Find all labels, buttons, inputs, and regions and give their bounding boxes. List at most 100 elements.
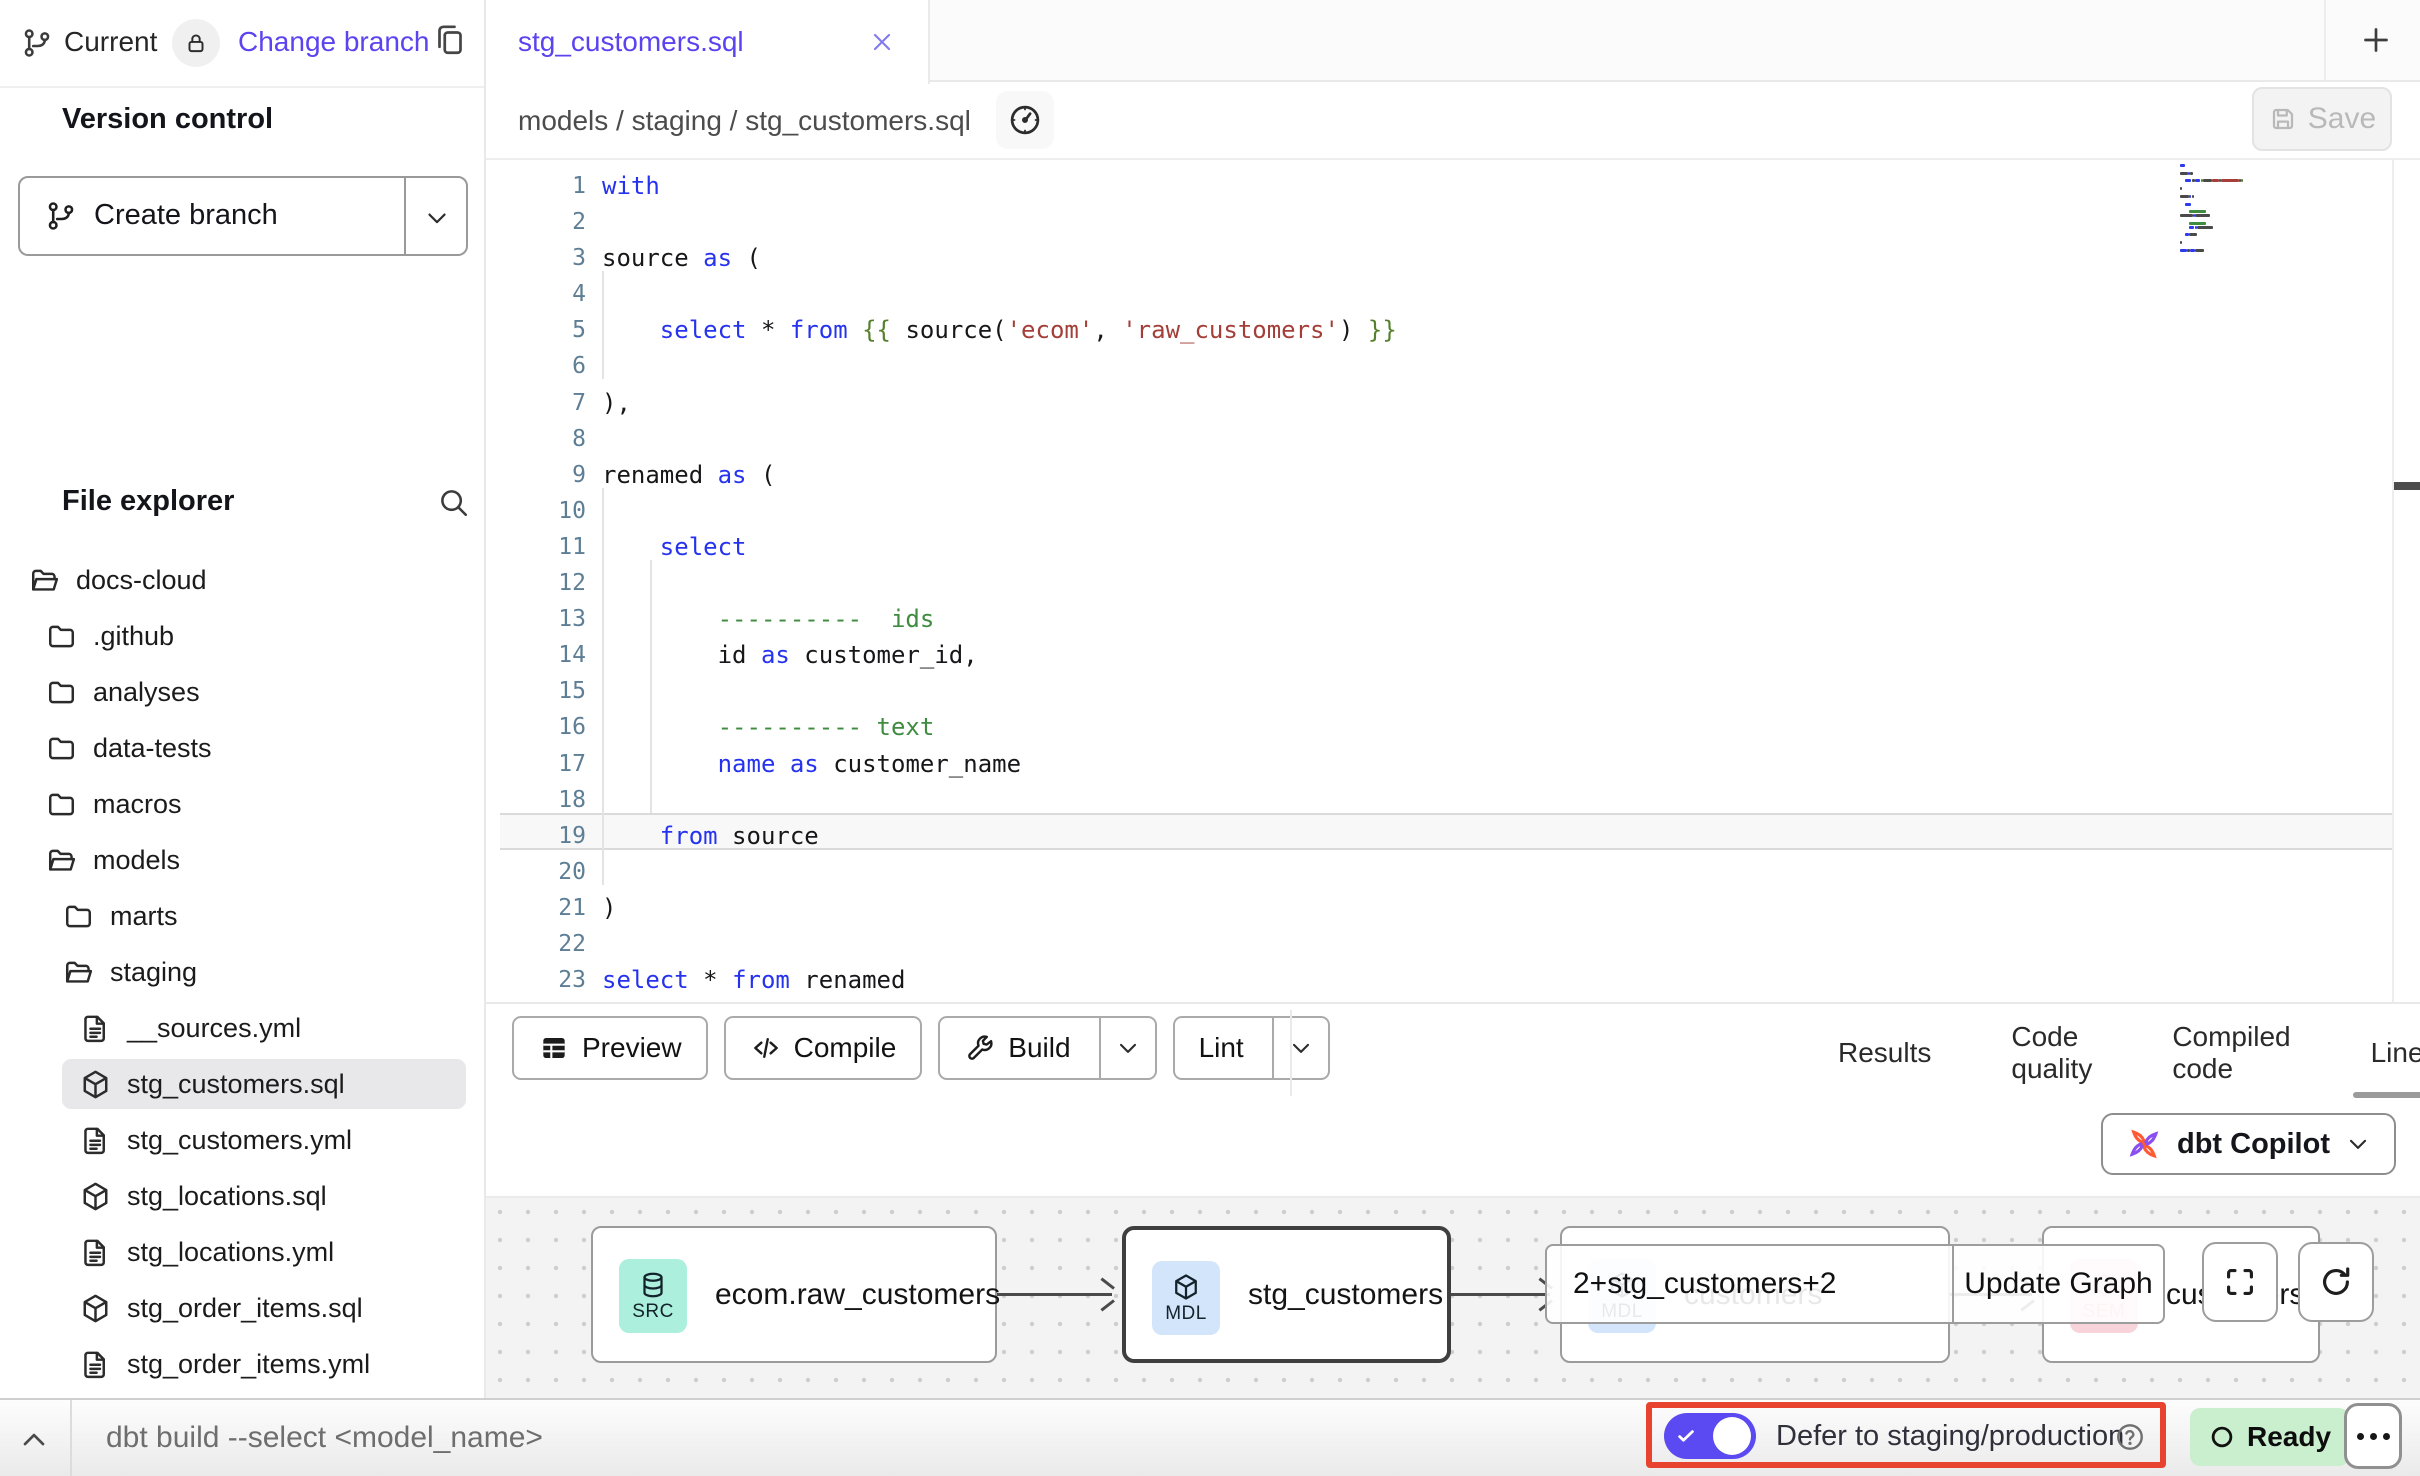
file-item-staging[interactable]: staging (0, 944, 484, 1000)
minimap-line (2185, 203, 2192, 206)
minimap-line (2190, 172, 2192, 175)
lineage-selector-input[interactable]: 2+stg_customers+2 (1547, 1246, 1952, 1322)
file-icon (79, 1124, 112, 1157)
branch-bar: Current Change branch (0, 0, 484, 88)
code-line: ---------- ids (602, 601, 1397, 637)
tab-bar-divider (2324, 0, 2326, 80)
minimap-line (2195, 249, 2204, 252)
wrench-icon (964, 1032, 996, 1064)
folder-open-icon (28, 564, 61, 597)
update-graph-button[interactable]: Update Graph (1954, 1246, 2163, 1322)
folder-open-icon (45, 844, 78, 877)
scrollbar-marker[interactable] (2394, 482, 2420, 490)
help-icon[interactable] (2114, 1421, 2146, 1453)
new-tab-button[interactable] (2352, 16, 2400, 64)
minimap-line (2189, 222, 2206, 225)
line-number: 19 (494, 818, 586, 854)
tab-stg-customers-sql[interactable]: stg_customers.sql (486, 0, 930, 84)
file-item-models[interactable]: models (0, 832, 484, 888)
save-button[interactable]: Save (2252, 87, 2392, 151)
lineage-graph[interactable]: SRCecom.raw_customersMDLstg_customersMDL… (486, 1196, 2420, 1398)
minimap-line (2180, 214, 2193, 217)
lineage-node-stg-customers-mdl[interactable]: MDLstg_customers (1122, 1226, 1451, 1363)
model-icon (79, 1292, 112, 1325)
line-number: 22 (494, 926, 586, 962)
copy-branch-button[interactable] (432, 22, 468, 58)
toolbar-divider (1290, 1010, 1292, 1096)
tab-lineage[interactable]: Lineage (2363, 1004, 2420, 1102)
minimap[interactable] (2180, 164, 2314, 276)
tab-title: stg_customers.sql (518, 26, 744, 58)
compile-button[interactable]: Compile (724, 1016, 923, 1080)
refresh-graph-button[interactable] (2298, 1242, 2374, 1322)
file-item-marts[interactable]: marts (0, 888, 484, 944)
folder-icon (45, 732, 78, 765)
file-item-sources-yml[interactable]: __sources.yml (0, 1000, 484, 1056)
tab-results[interactable]: Results (1830, 1004, 1939, 1102)
node-label: ecom.raw_customers (715, 1278, 1000, 1312)
dbt-copilot-logo-icon (2125, 1125, 2163, 1163)
file-item-data-tests[interactable]: data-tests (0, 720, 484, 776)
minimap-line (2197, 226, 2213, 229)
compile-label: Compile (794, 1032, 897, 1064)
tab-code-quality[interactable]: Code quality (2003, 1004, 2100, 1102)
file-item-stg-order-items-sql[interactable]: stg_order_items.sql (0, 1280, 484, 1336)
file-item-stg-order-items-yml[interactable]: stg_order_items.yml (0, 1336, 484, 1392)
chevron-down-icon (2344, 1130, 2372, 1158)
search-icon[interactable] (436, 485, 470, 519)
file-item-stg-locations-sql[interactable]: stg_locations.sql (0, 1168, 484, 1224)
file-item-stg-customers-yml[interactable]: stg_customers.yml (0, 1112, 484, 1168)
file-explorer-collapse-chevron[interactable] (22, 488, 52, 518)
build-button[interactable]: Build (938, 1016, 1156, 1080)
folder-icon (62, 900, 95, 933)
close-icon[interactable] (868, 28, 896, 56)
tab-compiled-code[interactable]: Compiled code (2164, 1004, 2298, 1102)
file-item-stg-customers-sql[interactable]: stg_customers.sql (0, 1056, 484, 1112)
fullscreen-button[interactable] (2202, 1242, 2278, 1322)
copilot-file-action[interactable] (996, 91, 1054, 149)
code-editor[interactable]: 123456789101112131415161718192021222324 … (486, 160, 2420, 1002)
line-number: 4 (494, 276, 586, 312)
lint-button[interactable]: Lint (1173, 1016, 1330, 1080)
lineage-edge (997, 1293, 1112, 1296)
defer-toggle[interactable] (1664, 1413, 1756, 1459)
src-badge: SRC (619, 1259, 687, 1333)
line-number: 10 (494, 493, 586, 529)
file-item-stg-locations-yml[interactable]: stg_locations.yml (0, 1224, 484, 1280)
file-item-label: staging (110, 957, 197, 988)
file-item-analyses[interactable]: analyses (0, 664, 484, 720)
build-dropdown-button[interactable] (1099, 1018, 1155, 1078)
command-input[interactable]: dbt build --select <model_name> (106, 1421, 543, 1455)
minimap-line (2180, 164, 2185, 167)
file-item-macros[interactable]: macros (0, 776, 484, 832)
lock-icon (183, 30, 209, 56)
code-content: with source as ( select * from {{ source… (602, 168, 1397, 1002)
lint-dropdown-button[interactable] (1272, 1018, 1328, 1078)
minimap-line (2221, 179, 2238, 182)
file-item-github[interactable]: .github (0, 608, 484, 664)
file-item-label: stg_customers.sql (127, 1069, 345, 1100)
change-branch-link[interactable]: Change branch (238, 26, 429, 58)
chevron-down-icon[interactable] (422, 203, 452, 233)
create-branch-button[interactable]: Create branch (18, 176, 468, 256)
version-control-collapse-chevron[interactable] (22, 106, 52, 136)
file-item-docs-cloud[interactable]: docs-cloud (0, 552, 484, 608)
editor-toolbar: Preview Compile Build Lint Results Code q… (486, 1002, 2420, 1100)
minimap-line (2189, 226, 2194, 229)
preview-button[interactable]: Preview (512, 1016, 708, 1080)
database-icon (638, 1270, 668, 1300)
folder-icon (45, 620, 78, 653)
dbt-copilot-button[interactable]: dbt Copilot (2101, 1113, 2396, 1175)
status-ring-icon (2208, 1423, 2236, 1451)
overflow-menu-button[interactable] (2344, 1403, 2402, 1469)
line-number: 3 (494, 240, 586, 276)
code-line: name as customer_name (602, 746, 1397, 782)
line-number: 23 (494, 962, 586, 998)
lineage-node-ecom-raw-customers-src[interactable]: SRC ecom.raw_customers (591, 1226, 997, 1363)
file-item-label: models (93, 845, 180, 876)
create-branch-label: Create branch (94, 199, 278, 232)
chevron-up-icon[interactable] (16, 1422, 52, 1458)
minimap-line (2189, 210, 2206, 213)
defer-label: Defer to staging/production (1776, 1420, 2124, 1453)
line-number-gutter: 123456789101112131415161718192021222324 (494, 168, 586, 1002)
